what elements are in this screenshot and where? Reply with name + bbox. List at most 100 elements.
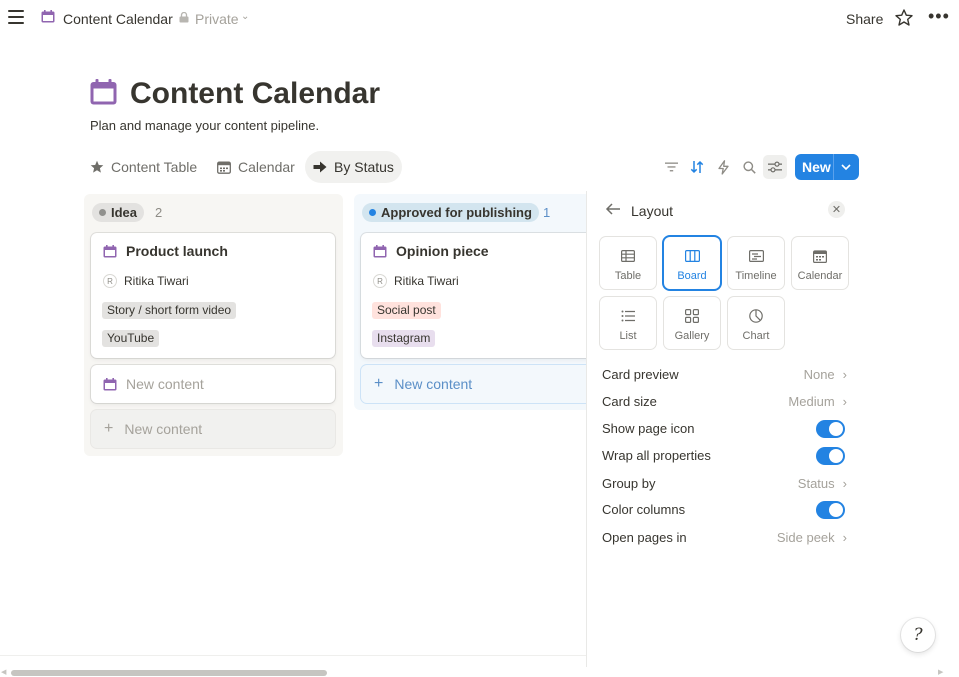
star-icon bbox=[90, 160, 104, 174]
person-name: Ritika Tiwari bbox=[124, 274, 189, 288]
layout-label: List bbox=[619, 330, 637, 342]
setting-card-preview[interactable]: Card preview None › bbox=[602, 365, 847, 385]
setting-card-size[interactable]: Card size Medium › bbox=[602, 392, 847, 412]
plus-icon: + bbox=[374, 375, 384, 392]
wrap-properties-toggle[interactable] bbox=[816, 447, 845, 465]
plus-icon: + bbox=[104, 420, 114, 437]
chart-layout-icon bbox=[749, 308, 763, 324]
board-card[interactable]: Product launch R Ritika Tiwari Story / s… bbox=[91, 233, 335, 358]
panel-title: Layout bbox=[631, 203, 674, 219]
setting-wrap-properties: Wrap all properties bbox=[602, 446, 847, 466]
layout-label: Board bbox=[677, 270, 707, 282]
status-dot bbox=[99, 209, 106, 216]
column-name: Approved for publishing bbox=[381, 205, 532, 220]
new-content-label: New content bbox=[394, 376, 473, 392]
layout-option-table[interactable]: Table bbox=[600, 237, 656, 289]
setting-value: Medium › bbox=[788, 394, 847, 409]
new-content-label: New content bbox=[124, 421, 203, 437]
calendar-icon bbox=[41, 10, 55, 23]
tag: Instagram bbox=[372, 330, 436, 347]
sort-icon[interactable] bbox=[687, 157, 707, 177]
setting-value: Side peek › bbox=[776, 530, 847, 545]
close-icon[interactable]: ✕ bbox=[828, 201, 845, 218]
page-description[interactable]: Plan and manage your content pipeline. bbox=[90, 118, 319, 133]
new-button-divider bbox=[833, 154, 834, 180]
layout-panel: Layout ✕ Table Board Timeline Calendar L… bbox=[586, 191, 959, 667]
divider bbox=[0, 655, 586, 656]
search-icon[interactable] bbox=[739, 157, 759, 177]
privacy-label[interactable]: Private bbox=[195, 11, 239, 27]
calendar-icon bbox=[103, 377, 117, 390]
favorite-star-icon[interactable] bbox=[894, 8, 914, 28]
setting-label: Show page icon bbox=[602, 421, 695, 436]
new-button-label: New bbox=[802, 159, 831, 175]
setting-group-by[interactable]: Group by Status › bbox=[602, 474, 847, 494]
calendar-view-icon bbox=[217, 161, 231, 174]
setting-label: Color columns bbox=[602, 502, 686, 517]
setting-label: Open pages in bbox=[602, 530, 687, 545]
layout-option-calendar[interactable]: Calendar bbox=[792, 237, 848, 289]
layout-label: Calendar bbox=[797, 270, 843, 282]
automation-bolt-icon[interactable] bbox=[713, 157, 733, 177]
tab-calendar[interactable]: Calendar bbox=[209, 151, 303, 183]
scroll-left-icon[interactable]: ◀ bbox=[1, 668, 6, 676]
breadcrumb-title[interactable]: Content Calendar bbox=[63, 11, 173, 27]
chevron-down-icon[interactable] bbox=[840, 161, 852, 173]
help-button[interactable]: ? bbox=[901, 618, 935, 652]
column-count: 1 bbox=[543, 205, 551, 220]
back-arrow-icon[interactable] bbox=[605, 202, 621, 216]
page-calendar-icon[interactable] bbox=[90, 79, 117, 105]
layout-option-chart[interactable]: Chart bbox=[728, 297, 784, 349]
setting-label: Card preview bbox=[602, 367, 679, 382]
menu-icon[interactable] bbox=[8, 10, 24, 24]
setting-value: None › bbox=[803, 367, 847, 382]
tag: Story / short form video bbox=[102, 302, 237, 319]
board-card[interactable]: Opinion piece R Ritika Tiwari Social pos… bbox=[361, 233, 594, 358]
page-title[interactable]: Content Calendar bbox=[130, 77, 380, 111]
share-button[interactable]: Share bbox=[846, 11, 883, 27]
setting-label: Group by bbox=[602, 476, 656, 491]
filter-icon[interactable] bbox=[661, 157, 681, 177]
show-page-icon-toggle[interactable] bbox=[816, 420, 845, 438]
setting-value: Status › bbox=[797, 476, 847, 491]
tab-by-status[interactable]: By Status bbox=[305, 151, 402, 183]
layout-option-gallery[interactable]: Gallery bbox=[664, 297, 720, 349]
column-count: 2 bbox=[155, 205, 163, 220]
calendar-icon bbox=[373, 245, 387, 258]
setting-show-page-icon: Show page icon bbox=[602, 419, 847, 439]
chevron-down-icon[interactable]: ⌄ bbox=[241, 11, 249, 22]
new-content-label: New content bbox=[126, 376, 204, 392]
view-settings-icon[interactable] bbox=[763, 155, 787, 179]
table-layout-icon bbox=[621, 248, 635, 264]
person-property: R Ritika Tiwari bbox=[103, 274, 189, 288]
scroll-right-icon[interactable]: ▶ bbox=[938, 668, 943, 676]
setting-open-pages-in[interactable]: Open pages in Side peek › bbox=[602, 528, 847, 548]
board-column-idea: Idea 2 Product launch R Ritika Tiwari St… bbox=[84, 194, 343, 456]
person-name: Ritika Tiwari bbox=[394, 274, 459, 288]
more-options-button[interactable]: ••• bbox=[928, 6, 950, 27]
tab-content-table[interactable]: Content Table bbox=[82, 151, 205, 183]
tab-label: Calendar bbox=[238, 159, 295, 175]
status-badge[interactable]: Idea bbox=[92, 203, 145, 222]
new-button[interactable]: New bbox=[795, 154, 859, 180]
color-columns-toggle[interactable] bbox=[816, 501, 845, 519]
new-content-button[interactable]: + New content bbox=[91, 410, 335, 448]
calendar-icon bbox=[103, 245, 117, 258]
column-name: Idea bbox=[111, 205, 138, 220]
top-bar: Content Calendar Private ⌄ Share ••• bbox=[0, 0, 959, 36]
layout-option-board[interactable]: Board bbox=[664, 237, 720, 289]
gallery-layout-icon bbox=[685, 308, 699, 324]
list-layout-icon bbox=[621, 308, 635, 324]
status-badge[interactable]: Approved for publishing bbox=[362, 203, 539, 222]
new-content-card[interactable]: New content bbox=[91, 365, 335, 403]
board-column-approved: Approved for publishing 1 Opinion piece … bbox=[354, 194, 594, 410]
card-title: Opinion piece bbox=[396, 243, 489, 259]
tag: Social post bbox=[372, 302, 441, 319]
avatar: R bbox=[373, 274, 387, 288]
tab-label: Content Table bbox=[111, 159, 198, 175]
layout-option-list[interactable]: List bbox=[600, 297, 656, 349]
new-content-button[interactable]: + New content bbox=[361, 365, 594, 403]
layout-option-timeline[interactable]: Timeline bbox=[728, 237, 784, 289]
scrollbar-thumb[interactable] bbox=[11, 670, 327, 676]
chevron-right-icon: › bbox=[842, 476, 847, 491]
